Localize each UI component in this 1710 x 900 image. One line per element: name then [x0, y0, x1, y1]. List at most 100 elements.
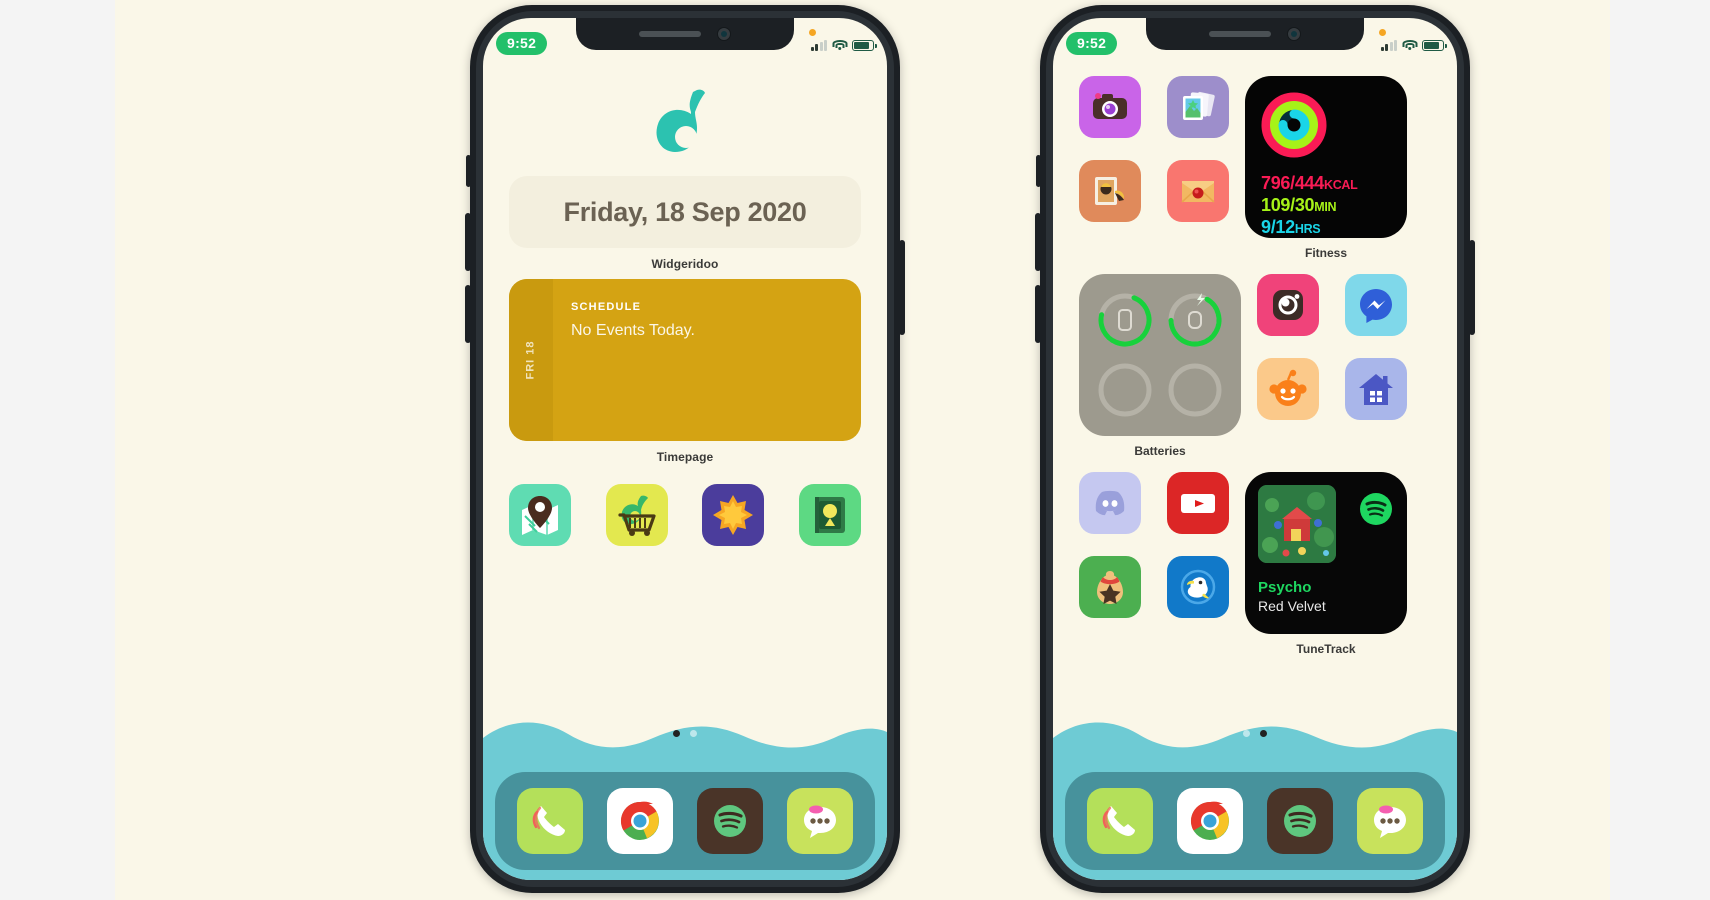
fitness-widget[interactable]: 796/444KCAL 109/30MIN 9/12HRS Fitness: [1245, 76, 1407, 260]
fitness-stand-value: 9/12: [1261, 216, 1295, 237]
water-area-right: [1053, 712, 1457, 880]
mail-app[interactable]: [1167, 160, 1229, 222]
messages-app[interactable]: [1357, 788, 1423, 854]
house-icon: [1359, 374, 1393, 405]
activity-rings-icon: [1261, 92, 1327, 158]
chrome-icon: [1190, 801, 1229, 840]
speech-bubble-icon: [804, 805, 836, 838]
messages-app[interactable]: [787, 788, 853, 854]
phone-right: 9:52 796/444KCAL 109/30MIN 9/12HRS Fitne…: [1035, 5, 1475, 893]
photos-app[interactable]: [1167, 76, 1229, 138]
chrome-app[interactable]: [1177, 788, 1243, 854]
row-2: Batteries: [1079, 274, 1431, 458]
row-3-icons: [1079, 472, 1229, 618]
status-bar-left: 9:52: [483, 18, 887, 60]
row-1-icons: [1079, 76, 1229, 222]
empty-ring-icon: [1098, 363, 1152, 417]
tunetrack-tile: Psycho Red Velvet: [1245, 472, 1407, 634]
volume-up-button[interactable]: [465, 213, 471, 271]
orange-dot-icon: [808, 28, 816, 36]
camera-icon: [1093, 93, 1127, 119]
tunetrack-widget[interactable]: Psycho Red Velvet TuneTrack: [1245, 472, 1407, 656]
battery-icon: [1422, 39, 1447, 51]
timepage-widget[interactable]: FRI 18 SCHEDULE No Events Today.: [509, 279, 861, 441]
bells-app[interactable]: [1079, 556, 1141, 618]
instagram-app[interactable]: [1257, 274, 1319, 336]
power-button[interactable]: [1469, 240, 1475, 335]
phone-left: 9:52 Friday, 18 Sep 2020 Widgeridoo FRI …: [465, 5, 905, 893]
volume-down-button[interactable]: [1035, 285, 1041, 343]
row-3: Psycho Red Velvet TuneTrack: [1079, 472, 1431, 656]
batteries-tile: [1079, 274, 1241, 436]
fitness-stand-unit: HRS: [1294, 221, 1321, 236]
watch-battery-ring: [1163, 288, 1227, 352]
messenger-app[interactable]: [1345, 274, 1407, 336]
page-dot-1[interactable]: [673, 730, 680, 737]
apple-watch-ring-icon: [1168, 293, 1222, 347]
youtube-app[interactable]: [1167, 472, 1229, 534]
page-dot-2[interactable]: [690, 730, 697, 737]
phone-handset-icon: [1102, 806, 1135, 836]
instagram-icon: [1273, 290, 1303, 320]
silence-switch[interactable]: [1036, 155, 1041, 187]
tunetrack-artist: Red Velvet: [1258, 598, 1326, 614]
power-button[interactable]: [899, 240, 905, 335]
widget-grid: 796/444KCAL 109/30MIN 9/12HRS Fitness Ba…: [1053, 60, 1457, 656]
dodo-airlines-app[interactable]: [1167, 556, 1229, 618]
page-dot-1[interactable]: [1243, 730, 1250, 737]
map-pin-icon: [522, 496, 558, 535]
speech-bubble-icon: [1374, 805, 1406, 838]
critterpedia-app[interactable]: [798, 484, 861, 546]
timepage-rail-text: FRI 18: [524, 340, 537, 380]
map-app[interactable]: [509, 484, 571, 546]
youtube-icon: [1181, 494, 1215, 513]
timepage-widget-label: Timepage: [656, 450, 714, 464]
spotify-app[interactable]: [697, 788, 763, 854]
nook-shopping-app[interactable]: [605, 484, 668, 546]
page-dot-2[interactable]: [1260, 730, 1267, 737]
fitness-exercise-value: 109/30: [1261, 194, 1315, 215]
chrome-app[interactable]: [607, 788, 673, 854]
reddit-icon: [1269, 369, 1307, 406]
phone-right-screen: 9:52 796/444KCAL 109/30MIN 9/12HRS Fitne…: [1053, 18, 1457, 880]
fitness-exercise-row: 109/30MIN: [1261, 195, 1407, 217]
star-fragment-app[interactable]: [702, 484, 765, 546]
date-widget-text: Friday, 18 Sep 2020: [563, 196, 807, 227]
home-screen-right: 796/444KCAL 109/30MIN 9/12HRS Fitness Ba…: [1053, 60, 1457, 880]
acnh-leaf-icon: [656, 89, 705, 152]
volume-down-button[interactable]: [465, 285, 471, 343]
camera-app[interactable]: [1079, 76, 1141, 138]
phone-app[interactable]: [517, 788, 583, 854]
content-canvas: 9:52 Friday, 18 Sep 2020 Widgeridoo FRI …: [115, 0, 1610, 900]
tunetrack-track-title: Psycho: [1258, 579, 1312, 596]
volume-up-button[interactable]: [1035, 213, 1041, 271]
cellular-bars-icon: [1380, 39, 1397, 51]
reddit-app[interactable]: [1257, 358, 1319, 420]
discord-app[interactable]: [1079, 472, 1141, 534]
phone-app[interactable]: [1087, 788, 1153, 854]
timepage-date-rail: FRI 18: [509, 279, 553, 441]
date-widget[interactable]: Friday, 18 Sep 2020: [509, 176, 861, 248]
phone-left-screen: 9:52 Friday, 18 Sep 2020 Widgeridoo FRI …: [483, 18, 887, 880]
nook-photo-app[interactable]: [1079, 160, 1141, 222]
batteries-widget[interactable]: Batteries: [1079, 274, 1241, 458]
status-time: 9:52: [1066, 31, 1118, 55]
framed-photo-icon: [1095, 177, 1125, 205]
page-dots-left[interactable]: [673, 730, 697, 737]
bell-bag-icon: [1097, 571, 1123, 604]
iphone-ring-icon: [1098, 293, 1152, 347]
fitness-values: 796/444KCAL 109/30MIN 9/12HRS: [1259, 173, 1407, 238]
status-time: 9:52: [496, 31, 548, 55]
app-icon-row-left: [509, 484, 861, 546]
photo-stack-icon: [1183, 91, 1215, 120]
wifi-icon: [1402, 39, 1417, 51]
wifi-icon: [832, 39, 847, 51]
spotify-app[interactable]: [1267, 788, 1333, 854]
home-app[interactable]: [1345, 358, 1407, 420]
fitness-exercise-unit: MIN: [1314, 199, 1337, 214]
page-dots-right[interactable]: [1243, 730, 1267, 737]
silence-switch[interactable]: [466, 155, 471, 187]
battery-icon: [852, 39, 877, 51]
fitness-tile: 796/444KCAL 109/30MIN 9/12HRS: [1245, 76, 1407, 238]
empty-battery-ring-1: [1093, 358, 1157, 422]
